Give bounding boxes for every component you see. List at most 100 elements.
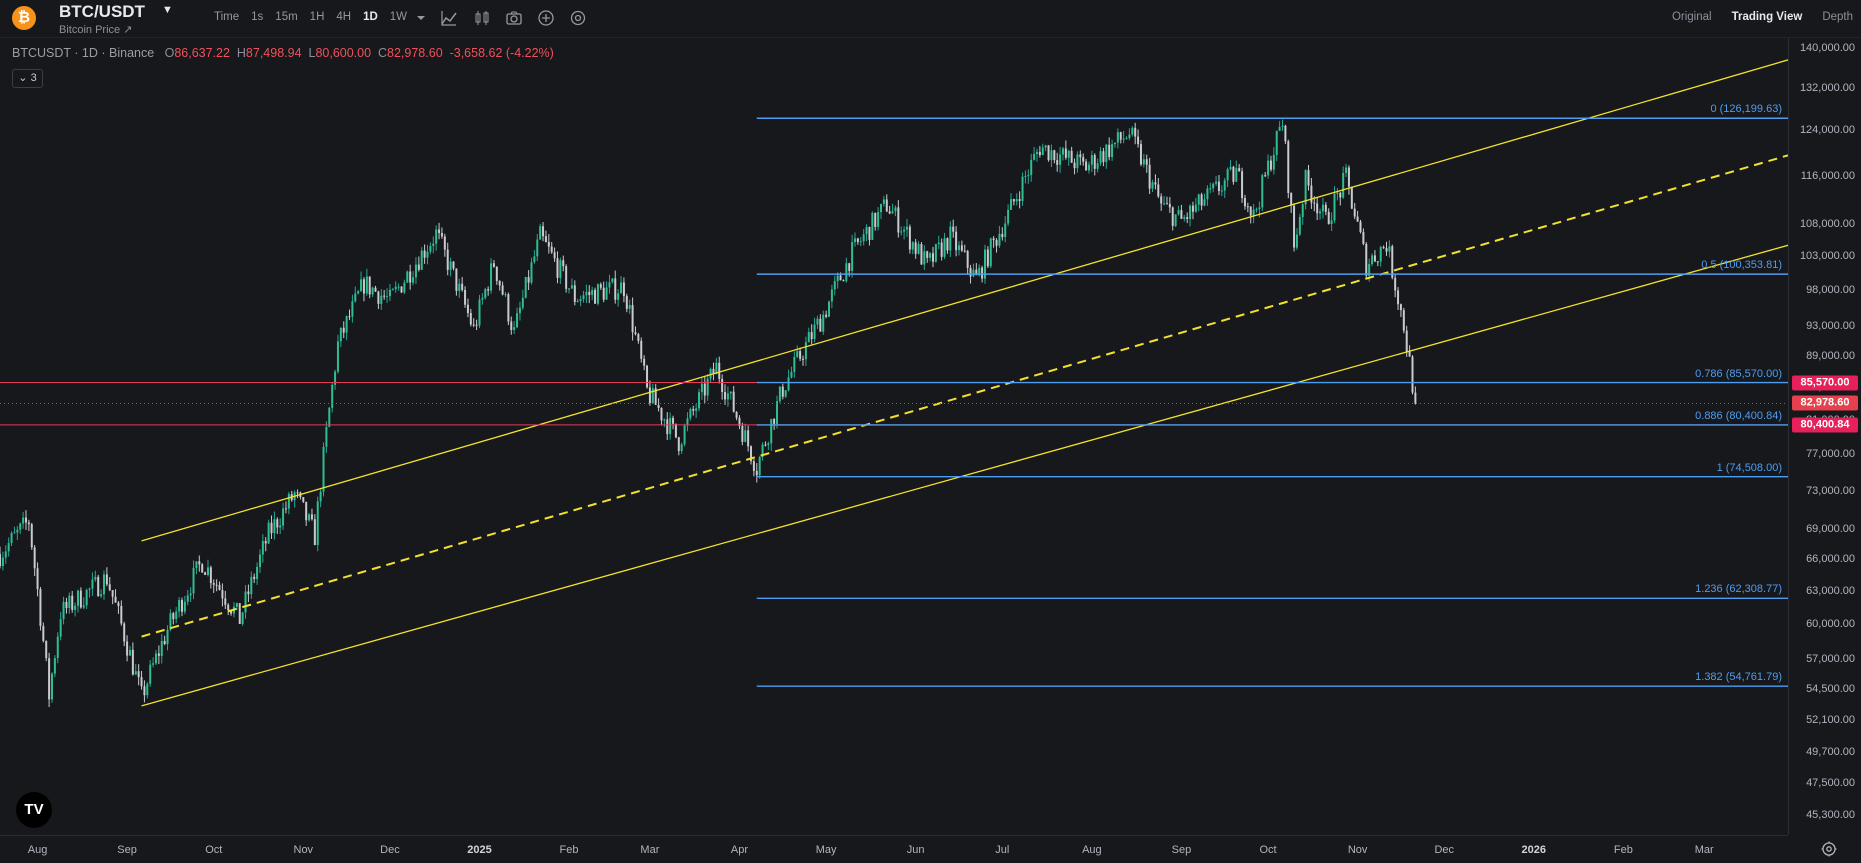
tab-depth[interactable]: Depth: [1822, 11, 1853, 23]
indicator-collapse-button[interactable]: ⌄ 3: [12, 69, 43, 88]
pair-dropdown-caret-icon[interactable]: ▼: [162, 4, 173, 16]
candle-body: [224, 598, 227, 605]
more-intervals-chevron-down-icon[interactable]: [412, 9, 430, 27]
candle-body: [799, 351, 802, 359]
price-tick-label: 116,000.00: [1800, 169, 1855, 182]
pair-subtitle-link[interactable]: Bitcoin Price ↗: [59, 23, 132, 36]
tab-original[interactable]: Original: [1672, 11, 1712, 23]
candle-body: [13, 532, 16, 534]
candle-body: [874, 212, 877, 228]
interval-15m[interactable]: 15m: [269, 11, 303, 23]
interval-4h[interactable]: 4H: [330, 11, 357, 23]
candle-body: [438, 229, 441, 234]
price-axis[interactable]: 140,000.00 132,000.00 124,000.00 116,000.00…: [1788, 38, 1861, 835]
candle-body: [163, 640, 166, 645]
candle-body: [371, 287, 374, 295]
candle-body: [1047, 145, 1050, 161]
candle-body: [1200, 194, 1203, 206]
candle-body: [547, 242, 550, 247]
time-tick-label: Sep: [117, 844, 137, 856]
time-axis[interactable]: Aug Sep Oct Nov Dec 2025 Feb Mar Apr May Jun Jul Aug…: [0, 835, 1788, 863]
candle-body: [683, 425, 686, 445]
candle-body: [825, 314, 828, 317]
candle-body: [931, 253, 934, 262]
chart-type-icon[interactable]: [440, 9, 458, 27]
candle-body: [256, 566, 259, 579]
candle-body: [588, 291, 591, 296]
candle-body: [524, 277, 527, 298]
candle-body: [391, 289, 394, 291]
price-tick-label: 140,000.00: [1799, 41, 1855, 54]
candle-body: [1067, 150, 1070, 158]
candle-body: [1050, 150, 1053, 161]
legend-symbol: BTCUSDT · 1D · Binance: [12, 46, 155, 60]
candle-body: [1177, 210, 1180, 215]
tradingview-logo[interactable]: TV: [16, 792, 52, 828]
pair-selector[interactable]: BTC/USDT: [59, 2, 145, 22]
candle-body: [1108, 144, 1111, 158]
indicators-icon[interactable]: [473, 9, 491, 27]
candle-body: [114, 596, 117, 603]
candle-body: [891, 211, 894, 214]
candle-body: [1321, 204, 1324, 212]
chart-settings-gear-icon[interactable]: [1820, 840, 1838, 858]
candle-body: [308, 514, 311, 521]
time-tick-label: Jun: [906, 844, 925, 856]
candle-body: [1319, 211, 1322, 214]
candle-body: [943, 238, 946, 257]
candle-body: [992, 238, 995, 240]
candle-body: [810, 332, 813, 339]
candle-body: [1134, 127, 1137, 137]
candle-body: [50, 673, 53, 700]
candle-body: [409, 271, 412, 283]
ohlc-legend: BTCUSDT · 1D · Binance O86,637.22 H87,49…: [12, 46, 554, 60]
candle-body: [1379, 247, 1382, 262]
candle-body: [747, 430, 750, 447]
add-icon[interactable]: [537, 9, 555, 27]
candle-body: [981, 267, 984, 279]
candle-body: [261, 541, 264, 555]
candle-body: [836, 275, 839, 282]
candle-body: [608, 282, 611, 288]
price-tag: 85,570.00: [1792, 375, 1858, 391]
candle-body: [1099, 151, 1102, 164]
interval-1h[interactable]: 1H: [304, 11, 331, 23]
candle-body: [1376, 261, 1379, 263]
candle-body: [1209, 188, 1212, 190]
candle-body: [553, 252, 556, 259]
tab-trading-view[interactable]: Trading View: [1732, 11, 1803, 23]
candle-body: [325, 426, 328, 447]
candle-body: [744, 430, 747, 442]
candle-body: [1397, 290, 1400, 305]
candle-body: [1327, 211, 1330, 225]
candle-body: [911, 242, 914, 250]
candle-body: [1290, 193, 1293, 206]
candle-body: [972, 269, 975, 277]
candle-body: [1041, 147, 1044, 156]
candle-body: [830, 289, 833, 302]
legend-high-label: H: [236, 46, 246, 60]
candle-body: [1287, 141, 1290, 194]
view-tabs: Original Trading View Depth: [1672, 11, 1853, 23]
price-chart[interactable]: [0, 38, 1788, 835]
camera-icon[interactable]: [505, 9, 523, 27]
candle-body: [253, 576, 256, 579]
interval-1d[interactable]: 1D: [357, 11, 384, 23]
candle-body: [149, 664, 152, 684]
candle-body: [920, 244, 923, 265]
settings-icon[interactable]: [569, 9, 587, 27]
candle-body: [1255, 209, 1258, 211]
candle-body: [1056, 160, 1059, 165]
candle-body: [706, 378, 709, 396]
interval-time[interactable]: Time: [208, 11, 245, 23]
candle-body: [677, 437, 680, 452]
candle-body: [394, 286, 397, 290]
candle-body: [1145, 159, 1148, 165]
candle-body: [406, 271, 409, 283]
interval-1w[interactable]: 1W: [384, 11, 413, 23]
candle-body: [576, 300, 579, 302]
price-tick-label: 73,000.00: [1806, 484, 1855, 497]
price-tick-label: 89,000.00: [1806, 349, 1855, 362]
price-tag: 80,400.84: [1792, 417, 1858, 433]
interval-1s[interactable]: 1s: [245, 11, 269, 23]
